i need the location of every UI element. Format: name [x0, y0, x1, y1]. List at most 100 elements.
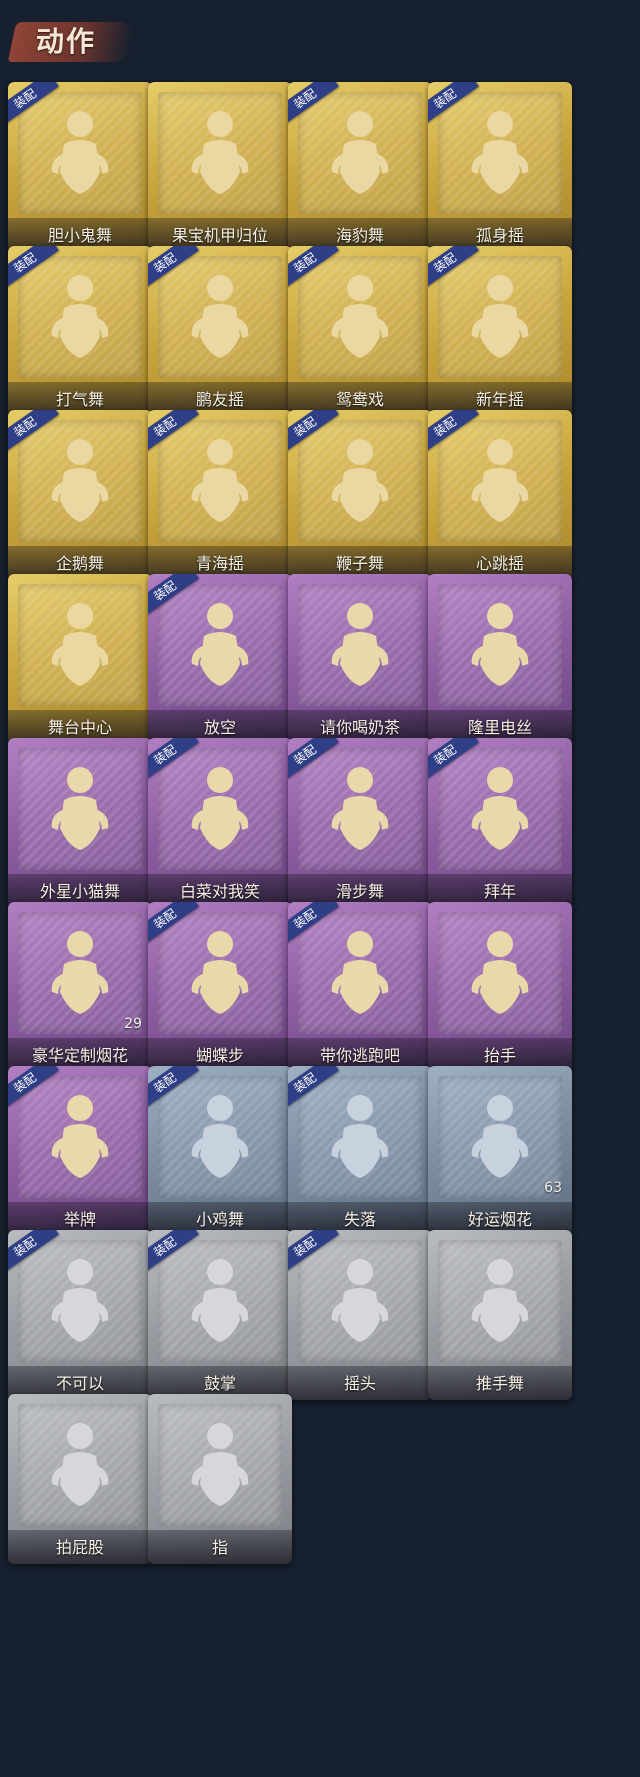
action-name: 小鸡舞 — [195, 1210, 244, 1229]
action-card[interactable]: 摇头 装配 — [288, 1230, 432, 1400]
action-card[interactable]: 孤身摇 装配 — [428, 82, 572, 252]
action-name: 拍屁股 — [55, 1538, 104, 1557]
action-figure-icon — [331, 931, 389, 1014]
action-name: 失落 — [343, 1210, 376, 1229]
action-card[interactable]: 新年摇 装配 — [428, 246, 572, 416]
action-figure-icon — [51, 767, 109, 850]
action-figure-icon — [51, 603, 109, 686]
action-card[interactable]: 请你喝奶茶 — [288, 574, 432, 744]
action-card[interactable]: 放空 装配 — [148, 574, 292, 744]
action-card[interactable]: 蝴蝶步 装配 — [148, 902, 292, 1072]
action-figure-icon — [471, 603, 529, 686]
action-card[interactable]: 舞台中心 — [8, 574, 152, 744]
action-name: 企鹅舞 — [55, 554, 104, 573]
item-count: 29 — [124, 1016, 142, 1032]
action-figure-icon — [331, 767, 389, 850]
item-count: 63 — [544, 1180, 562, 1196]
action-name: 鼓掌 — [203, 1374, 236, 1393]
action-card[interactable]: 豪华定制烟花 29 — [8, 902, 152, 1072]
action-figure-icon — [191, 931, 249, 1014]
action-figure-icon — [471, 931, 529, 1014]
action-card[interactable]: 鸳鸯戏 装配 — [288, 246, 432, 416]
action-name: 孤身摇 — [475, 226, 524, 245]
action-figure-icon — [331, 1259, 389, 1342]
action-figure-icon — [191, 767, 249, 850]
action-figure-icon — [51, 1095, 109, 1178]
action-card[interactable]: 拜年 装配 — [428, 738, 572, 908]
action-card[interactable]: 抬手 — [428, 902, 572, 1072]
action-card[interactable]: 胆小鬼舞 装配 — [8, 82, 152, 252]
action-card[interactable]: 心跳摇 装配 — [428, 410, 572, 580]
action-card[interactable]: 拍屁股 — [8, 1394, 152, 1564]
action-figure-icon — [471, 1095, 529, 1178]
action-figure-icon — [331, 1095, 389, 1178]
action-figure-icon — [191, 111, 249, 194]
action-card[interactable]: 滑步舞 装配 — [288, 738, 432, 908]
action-name: 拜年 — [483, 882, 516, 901]
action-name: 打气舞 — [55, 390, 104, 409]
action-figure-icon — [191, 275, 249, 358]
action-card[interactable]: 海豹舞 装配 — [288, 82, 432, 252]
action-name: 白菜对我笑 — [179, 882, 260, 901]
action-figure-icon — [191, 603, 249, 686]
action-card[interactable]: 不可以 装配 — [8, 1230, 152, 1400]
action-card[interactable]: 鞭子舞 装配 — [288, 410, 432, 580]
action-card[interactable]: 青海摇 装配 — [148, 410, 292, 580]
action-figure-icon — [51, 1423, 109, 1506]
action-name: 鸳鸯戏 — [335, 390, 384, 409]
action-name: 青海摇 — [195, 554, 244, 573]
action-name: 舞台中心 — [47, 718, 112, 737]
action-card[interactable]: 小鸡舞 装配 — [148, 1066, 292, 1236]
action-name: 不可以 — [55, 1374, 104, 1393]
action-card[interactable]: 隆里电丝 — [428, 574, 572, 744]
action-card[interactable]: 好运烟花 63 — [428, 1066, 572, 1236]
action-figure-icon — [471, 767, 529, 850]
action-card[interactable]: 打气舞 装配 — [8, 246, 152, 416]
action-card[interactable]: 鹏友摇 装配 — [148, 246, 292, 416]
action-name: 新年摇 — [475, 390, 524, 409]
action-figure-icon — [51, 275, 109, 358]
action-name: 隆里电丝 — [467, 718, 532, 737]
action-figure-icon — [51, 111, 109, 194]
action-name: 果宝机甲归位 — [171, 226, 268, 245]
action-figure-icon — [471, 439, 529, 522]
action-card[interactable]: 企鹅舞 装配 — [8, 410, 152, 580]
action-card[interactable]: 带你逃跑吧 装配 — [288, 902, 432, 1072]
action-name: 摇头 — [343, 1374, 376, 1393]
action-name: 指 — [211, 1538, 228, 1557]
action-name: 好运烟花 — [467, 1210, 532, 1229]
action-card[interactable]: 指 — [148, 1394, 292, 1564]
action-figure-icon — [191, 439, 249, 522]
action-name: 举牌 — [63, 1210, 96, 1229]
action-name: 鞭子舞 — [335, 554, 384, 573]
action-figure-icon — [471, 275, 529, 358]
action-name: 放空 — [203, 718, 236, 737]
action-card[interactable]: 鼓掌 装配 — [148, 1230, 292, 1400]
action-figure-icon — [191, 1095, 249, 1178]
action-figure-icon — [331, 603, 389, 686]
action-name: 抬手 — [483, 1046, 516, 1065]
action-figure-icon — [51, 439, 109, 522]
action-card[interactable]: 失落 装配 — [288, 1066, 432, 1236]
action-name: 心跳摇 — [475, 554, 524, 573]
action-figure-icon — [331, 111, 389, 194]
action-name: 请你喝奶茶 — [319, 718, 400, 737]
action-figure-icon — [331, 275, 389, 358]
action-name: 胆小鬼舞 — [47, 226, 112, 245]
action-figure-icon — [51, 931, 109, 1014]
action-card[interactable]: 外星小猫舞 — [8, 738, 152, 908]
action-name: 推手舞 — [475, 1374, 524, 1393]
action-name: 豪华定制烟花 — [31, 1046, 128, 1065]
action-card[interactable]: 果宝机甲归位 — [148, 82, 292, 252]
action-name: 带你逃跑吧 — [319, 1046, 400, 1065]
action-name: 外星小猫舞 — [39, 882, 120, 901]
action-card[interactable]: 举牌 装配 — [8, 1066, 152, 1236]
action-figure-icon — [331, 439, 389, 522]
action-name: 鹏友摇 — [195, 390, 244, 409]
action-figure-icon — [51, 1259, 109, 1342]
action-card[interactable]: 推手舞 — [428, 1230, 572, 1400]
action-figure-icon — [191, 1423, 249, 1506]
action-name: 海豹舞 — [335, 226, 384, 245]
action-figure-icon — [471, 1259, 529, 1342]
action-card[interactable]: 白菜对我笑 装配 — [148, 738, 292, 908]
